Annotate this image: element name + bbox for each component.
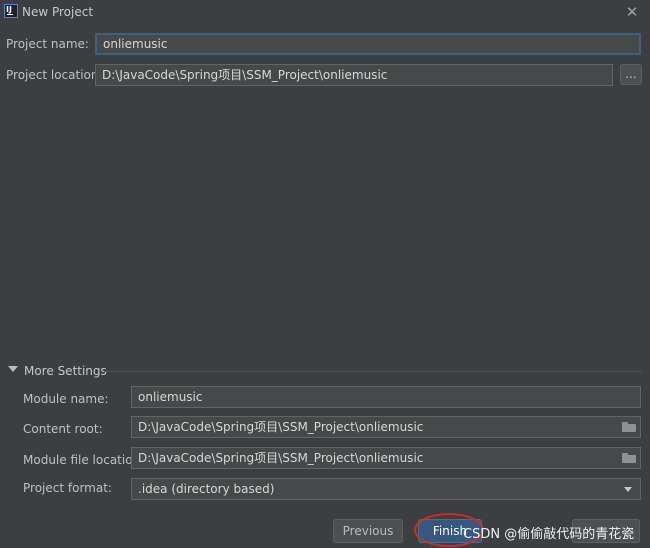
module-name-label: Module name: <box>23 392 109 406</box>
module-file-location-label: Module file location: <box>23 453 145 467</box>
chevron-down-icon <box>624 487 632 492</box>
project-format-value: .idea (directory based) <box>138 482 275 496</box>
project-name-input[interactable]: onliemusic <box>95 33 641 55</box>
project-format-select[interactable]: .idea (directory based) <box>131 478 641 500</box>
module-file-location-input[interactable]: D:\JavaCode\Spring项目\SSM_Project\onliemu… <box>131 447 641 469</box>
intellij-idea-icon <box>4 4 18 18</box>
content-root-input[interactable]: D:\JavaCode\Spring项目\SSM_Project\onliemu… <box>131 416 641 438</box>
project-name-label: Project name: <box>6 37 89 51</box>
section-divider <box>104 371 642 372</box>
content-root-value: D:\JavaCode\Spring项目\SSM_Project\onliemu… <box>138 420 424 434</box>
folder-icon[interactable] <box>622 453 636 463</box>
more-settings-toggle[interactable]: More Settings <box>24 364 107 378</box>
browse-button[interactable]: ... <box>620 64 642 85</box>
close-icon[interactable]: ✕ <box>624 4 640 20</box>
module-file-location-value: D:\JavaCode\Spring项目\SSM_Project\onliemu… <box>138 451 424 465</box>
previous-button[interactable]: Previous <box>333 519 403 543</box>
module-name-input[interactable]: onliemusic <box>131 386 641 408</box>
project-location-input[interactable]: D:\JavaCode\Spring项目\SSM_Project\onliemu… <box>95 64 613 86</box>
title-bar: New Project ✕ <box>0 0 650 24</box>
triangle-down-icon[interactable] <box>8 366 18 372</box>
window-title: New Project <box>22 5 94 19</box>
folder-icon[interactable] <box>622 422 636 432</box>
project-location-label: Project location: <box>6 68 103 82</box>
watermark: CSDN @偷偷敲代码的青花瓷 <box>463 527 635 542</box>
content-root-label: Content root: <box>23 422 103 436</box>
project-format-label: Project format: <box>23 481 112 495</box>
